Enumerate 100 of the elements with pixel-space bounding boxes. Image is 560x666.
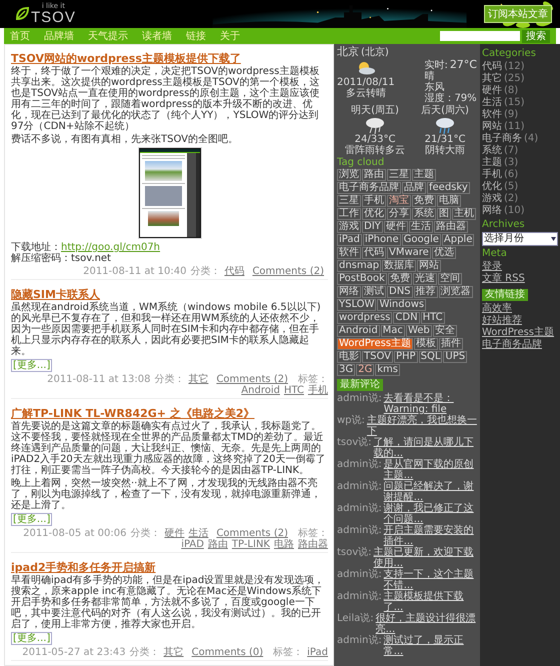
post-title[interactable]: 广解TP-LINK TL-WR842G+ 之《电路之美2》: [11, 407, 254, 420]
category-link[interactable]: 其它: [482, 73, 502, 85]
category-link[interactable]: 软件: [482, 109, 502, 121]
tag-link[interactable]: 浏览: [337, 169, 361, 181]
category-link[interactable]: 其它: [164, 647, 184, 658]
category-link[interactable]: 代码: [224, 266, 244, 277]
tag-link[interactable]: HTC: [284, 385, 304, 396]
tag-link[interactable]: 路由器: [434, 221, 468, 233]
post-title[interactable]: 隐藏SIM卡联系人: [11, 288, 100, 301]
tag-link[interactable]: iPad: [337, 234, 362, 246]
friend-link[interactable]: 高效率: [482, 303, 558, 315]
search-button[interactable]: 搜索: [522, 30, 550, 42]
tag-link[interactable]: UPS: [443, 351, 468, 363]
friend-link[interactable]: WordPress主题: [482, 327, 558, 339]
post-title[interactable]: ipad2手势和多任务开启搞新: [11, 561, 156, 574]
tag-link[interactable]: feedsky: [427, 182, 470, 194]
category-link[interactable]: 游戏: [482, 193, 502, 205]
archive-dropdown[interactable]: 选择月份: [482, 232, 558, 246]
comment-link[interactable]: 测试过了，显示正常...: [384, 635, 477, 657]
tag-link[interactable]: 电子商务品牌: [337, 182, 401, 194]
post-title[interactable]: TSOV网站的wordpress主题模板提供下载了: [11, 52, 241, 65]
tag-link[interactable]: iPAD: [181, 539, 204, 550]
comments-link[interactable]: Comments (2): [252, 266, 324, 277]
category-link[interactable]: 生活: [482, 97, 502, 109]
category-link[interactable]: 电子商务: [482, 133, 522, 145]
read-more-link[interactable]: [更多...]: [11, 359, 52, 372]
tag-link[interactable]: Windows: [377, 299, 426, 311]
tag-link[interactable]: 淘宝: [387, 195, 411, 207]
tag-link[interactable]: 浏览器: [438, 286, 473, 298]
tag-link[interactable]: 免费: [412, 195, 436, 207]
tag-link[interactable]: 软件: [337, 247, 361, 259]
category-link[interactable]: 网站: [482, 121, 502, 133]
tag-link[interactable]: 网站: [417, 260, 442, 272]
friend-link[interactable]: 好站推荐: [482, 315, 558, 327]
comment-link[interactable]: 问题已经解决了，谢谢提醒...: [384, 481, 477, 503]
tag-link[interactable]: 测试: [362, 286, 386, 298]
tag-link[interactable]: Web: [406, 325, 432, 337]
tag-link[interactable]: PostBook: [337, 273, 387, 285]
comment-link[interactable]: 谢谢，我已修正了这个问题...: [384, 503, 477, 525]
tag-link[interactable]: 空间: [438, 273, 462, 285]
tag-link[interactable]: 路由: [208, 539, 228, 550]
tag-link[interactable]: YSLOW: [337, 299, 376, 311]
category-link[interactable]: 其它: [188, 374, 208, 385]
category-link[interactable]: 优化: [482, 181, 502, 193]
tag-link[interactable]: 免费: [388, 273, 412, 285]
read-more-link[interactable]: [更多...]: [11, 513, 52, 526]
tag-link[interactable]: PHP: [394, 351, 418, 363]
tag-link[interactable]: 三星: [337, 195, 361, 207]
tag-link[interactable]: 路由器: [298, 539, 328, 550]
tag-link[interactable]: CDN: [393, 312, 420, 324]
tag-link[interactable]: 生活: [408, 221, 433, 233]
tag-link[interactable]: kms: [375, 364, 400, 376]
tag-link[interactable]: Mac: [380, 325, 405, 337]
tag-link[interactable]: 游戏: [337, 221, 361, 233]
meta-link[interactable]: 文章 RSS: [482, 273, 558, 285]
tag-link[interactable]: 模板: [414, 338, 438, 350]
tag-link[interactable]: 插件: [439, 338, 464, 350]
tag-link[interactable]: TP-LINK: [232, 539, 270, 550]
comment-link[interactable]: 是从官网下载的原创主题...: [384, 459, 477, 481]
tag-link[interactable]: 三星: [387, 169, 411, 181]
tag-link[interactable]: VMware: [387, 247, 431, 259]
category-link[interactable]: 硬件: [164, 528, 184, 539]
category-link[interactable]: 系统: [482, 145, 502, 157]
category-link[interactable]: 网络: [482, 205, 502, 217]
tag-link[interactable]: 网络: [337, 286, 361, 298]
tag-link[interactable]: Google: [402, 234, 441, 246]
comments-link[interactable]: Comments (2): [216, 528, 288, 539]
tag-link[interactable]: 主题: [412, 169, 436, 181]
tag-link[interactable]: 手机: [308, 385, 328, 396]
category-link[interactable]: 硬件: [482, 85, 502, 97]
tag-link[interactable]: 代码: [362, 247, 386, 259]
tag-link[interactable]: 推荐: [414, 286, 438, 298]
tag-link[interactable]: 光速: [412, 273, 437, 285]
tag-link[interactable]: 3G: [337, 364, 356, 376]
tag-link[interactable]: 路由: [362, 169, 386, 181]
tag-link[interactable]: wordpress: [337, 312, 392, 324]
friend-link[interactable]: 电子商务品牌: [482, 339, 558, 351]
comment-link[interactable]: 很好，主题设计得很漂亮...: [376, 613, 477, 635]
comment-link[interactable]: 支持一下，这个主题不错...: [384, 569, 477, 591]
tag-link[interactable]: Android: [337, 325, 380, 337]
tag-link[interactable]: 安全: [432, 325, 457, 337]
comment-link[interactable]: 主题好漂亮，我也想换一下: [366, 415, 477, 437]
tag-link[interactable]: SQL: [418, 351, 442, 363]
tag-link[interactable]: 数据库: [382, 260, 416, 272]
tag-link[interactable]: 工作: [337, 208, 361, 220]
tag-link[interactable]: 电影: [337, 351, 361, 363]
tag-link[interactable]: 品牌: [402, 182, 426, 194]
tag-link[interactable]: HTC: [420, 312, 445, 324]
comment-link[interactable]: 开启主题需要安装的插件...: [384, 525, 477, 547]
tag-link[interactable]: WordPress主题: [337, 338, 414, 350]
category-link[interactable]: 主题: [482, 157, 502, 169]
tag-link[interactable]: iPhone: [362, 234, 401, 246]
tag-link[interactable]: 手机: [362, 195, 386, 207]
tag-link[interactable]: DNS: [387, 286, 413, 298]
category-link[interactable]: 手机: [482, 169, 502, 181]
comment-link[interactable]: 主题已更新，欢迎下载使用...: [374, 547, 477, 569]
tag-link[interactable]: 系统: [412, 208, 436, 220]
download-link[interactable]: http://goo.gl/cm07h: [61, 242, 160, 253]
comments-link[interactable]: Comments (0): [192, 647, 264, 658]
tag-link[interactable]: dnsmap: [337, 260, 382, 272]
